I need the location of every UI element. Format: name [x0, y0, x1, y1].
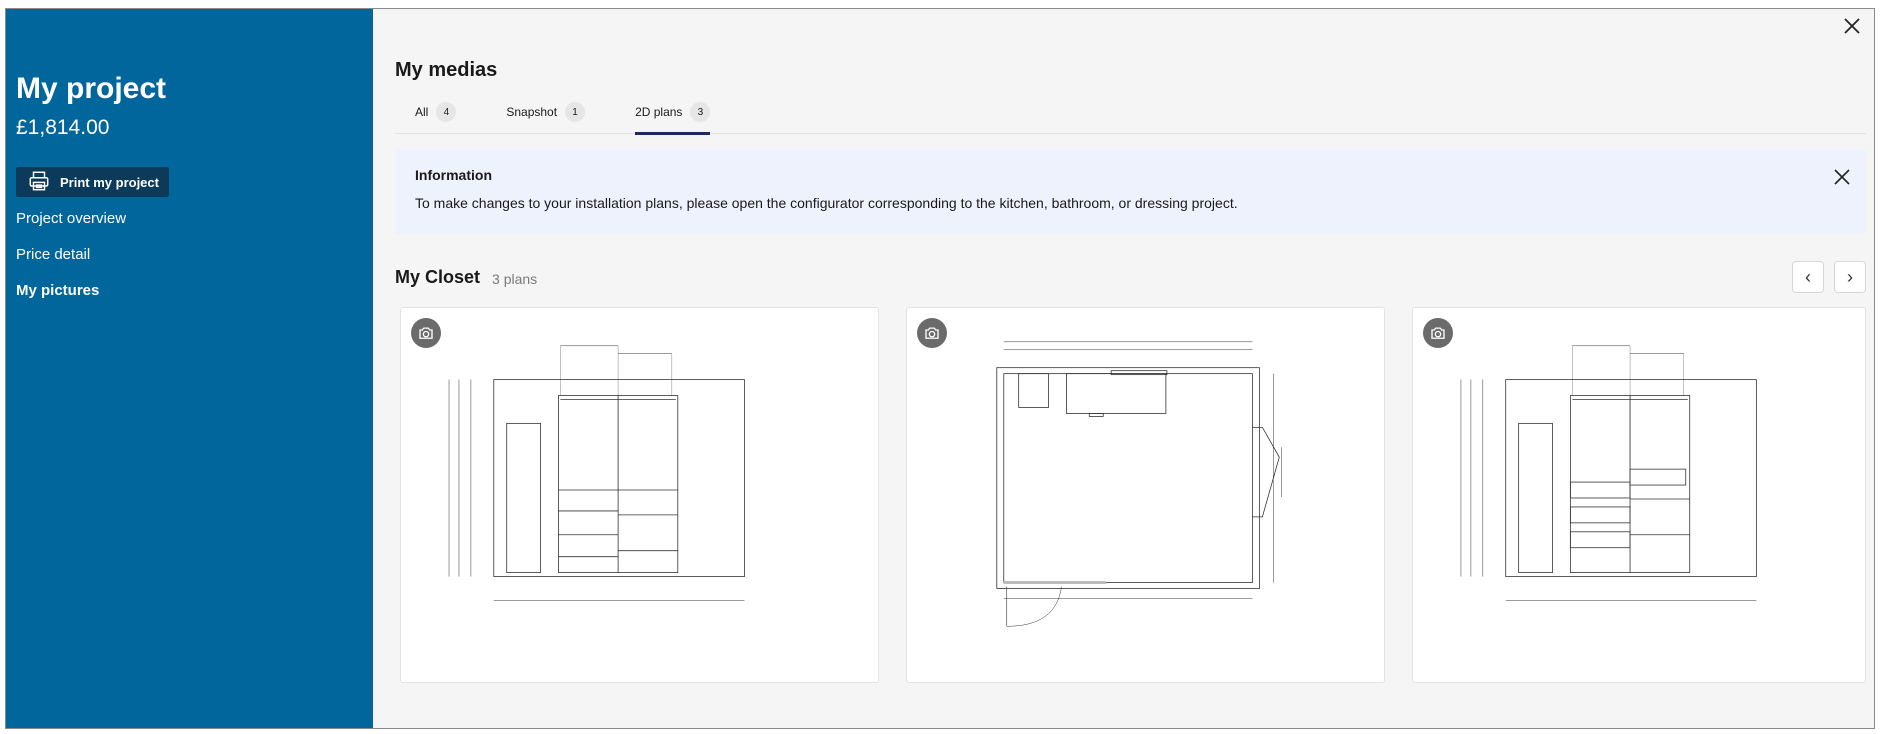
- project-modal: My project £1,814.00 Print my project Pr…: [5, 8, 1875, 729]
- tab-label: All: [415, 105, 429, 119]
- close-icon[interactable]: [1841, 15, 1863, 37]
- information-title: Information: [415, 167, 492, 183]
- tab-label: 2D plans: [635, 105, 683, 119]
- project-price: £1,814.00: [16, 116, 110, 139]
- tab-all[interactable]: All 4: [395, 102, 457, 134]
- close-icon[interactable]: [1832, 167, 1852, 187]
- print-project-label: Print my project: [60, 174, 159, 190]
- section-title: My Closet: [395, 266, 481, 287]
- tab-count-badge: 1: [565, 102, 586, 122]
- floor-plan-drawing: [996, 341, 1282, 627]
- plan-card[interactable]: [906, 307, 1385, 683]
- elevation-plan-drawing: [1460, 345, 1757, 601]
- sidebar-item-project-overview[interactable]: Project overview: [16, 209, 363, 229]
- media-tabs: All 4 Snapshot 1 2D plans 3: [395, 102, 1866, 135]
- section-header: My Closet 3 plans ‹ ›: [395, 261, 1866, 293]
- camera-icon[interactable]: [917, 318, 947, 348]
- camera-icon[interactable]: [1423, 318, 1453, 348]
- project-title: My project: [16, 72, 167, 105]
- tab-label: Snapshot: [506, 105, 558, 119]
- sidebar-item-my-pictures[interactable]: My pictures: [16, 281, 363, 301]
- carousel-controls: ‹ ›: [1792, 261, 1866, 293]
- sidebar-item-price-detail[interactable]: Price detail: [16, 245, 363, 265]
- sidebar-nav: Project overview Price detail My picture…: [16, 209, 363, 301]
- chevron-left-icon[interactable]: ‹: [1792, 261, 1824, 293]
- printer-icon: [28, 170, 50, 195]
- tab-count-badge: 4: [436, 102, 457, 122]
- tab-2d-plans[interactable]: 2D plans 3: [615, 102, 711, 135]
- information-banner: Information To make changes to your inst…: [395, 149, 1866, 234]
- plan-cards: [395, 307, 1866, 683]
- elevation-plan-drawing: [448, 345, 745, 601]
- sidebar: My project £1,814.00 Print my project Pr…: [6, 9, 373, 728]
- tab-snapshot[interactable]: Snapshot 1: [486, 102, 586, 134]
- print-project-button[interactable]: Print my project: [16, 167, 169, 197]
- information-text: To make changes to your installation pla…: [415, 195, 1238, 211]
- main-content: My medias All 4 Snapshot 1 2D plans 3 In…: [373, 9, 1874, 728]
- chevron-right-icon[interactable]: ›: [1834, 261, 1866, 293]
- tab-count-badge: 3: [690, 102, 711, 122]
- camera-icon[interactable]: [411, 318, 441, 348]
- section-count: 3 plans: [492, 270, 538, 287]
- plan-card[interactable]: [400, 307, 879, 683]
- plan-card[interactable]: [1412, 307, 1866, 683]
- page-title: My medias: [395, 59, 498, 81]
